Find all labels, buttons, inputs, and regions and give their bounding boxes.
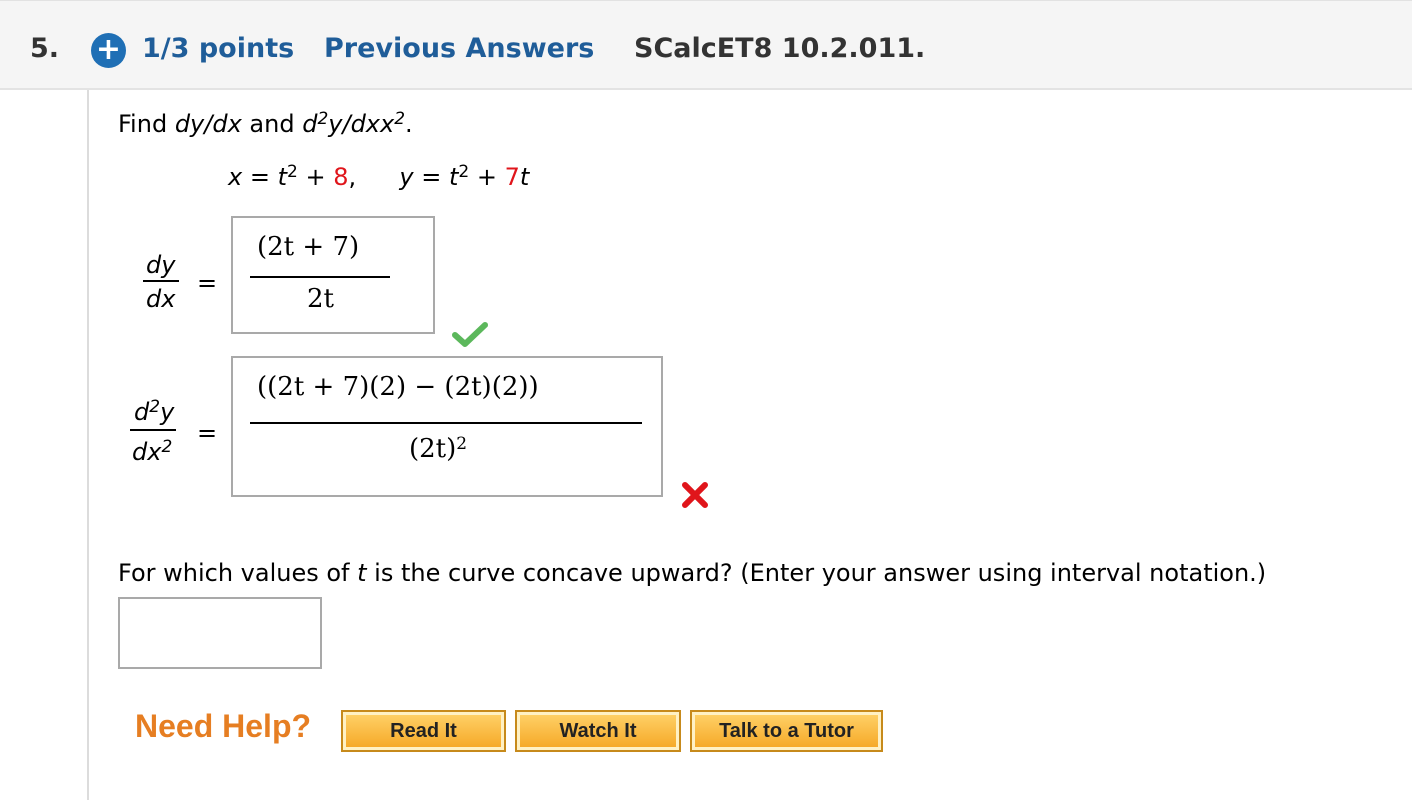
- dydx-denominator-label: dx: [146, 285, 176, 313]
- d2ydx2-denominator-label: dx2: [132, 437, 173, 466]
- concavity-question: For which values of t is the curve conca…: [118, 559, 1267, 587]
- d2ydx2-answer-box[interactable]: ((2t + 7)(2) − (2t)(2)) (2t)2: [231, 356, 663, 497]
- answer-fraction-bar: [250, 422, 642, 424]
- plus-icon[interactable]: +: [91, 33, 126, 68]
- question-number: 5.: [30, 33, 60, 64]
- read-it-button[interactable]: Read It: [341, 710, 506, 752]
- d2ydx2-fraction-bar: [130, 429, 176, 431]
- equals-sign: =: [197, 419, 218, 447]
- dydx-answer-box[interactable]: (2t + 7) 2t: [231, 216, 435, 334]
- talk-to-tutor-button[interactable]: Talk to a Tutor: [690, 710, 883, 752]
- watch-it-button[interactable]: Watch It: [515, 710, 681, 752]
- incorrect-x-icon: [682, 482, 708, 508]
- dydx-fraction-bar: [143, 280, 179, 282]
- points-score: 1/3 points: [142, 33, 295, 64]
- prompt-text: Find dy/dx and d2y/dxx2.: [118, 109, 413, 138]
- answer-fraction-bar: [250, 276, 390, 278]
- dydx-answer-numerator: (2t + 7): [257, 232, 360, 262]
- need-help-label: Need Help?: [135, 708, 312, 744]
- parametric-equations: x = t2 + 8, y = t2 + 7t: [228, 162, 530, 191]
- equals-sign: =: [197, 269, 218, 297]
- dydx-answer-denominator: 2t: [307, 284, 334, 314]
- d2ydx2-answer-denominator: (2t)2: [409, 434, 468, 464]
- concavity-answer-input[interactable]: [118, 597, 322, 669]
- left-border: [87, 90, 89, 800]
- question-header: 5. + 1/3 points Previous Answers SCalcET…: [0, 0, 1412, 90]
- problem-code: SCalcET8 10.2.011.: [634, 33, 926, 64]
- d2ydx2-answer-numerator: ((2t + 7)(2) − (2t)(2)): [257, 372, 539, 402]
- exponent: 2: [458, 162, 470, 182]
- d2ydx2-numerator-label: d2y: [134, 397, 175, 426]
- dydx-numerator-label: dy: [146, 251, 176, 279]
- previous-answers-link[interactable]: Previous Answers: [324, 31, 594, 67]
- correct-check-icon: [452, 322, 488, 347]
- exponent: 2: [286, 162, 298, 182]
